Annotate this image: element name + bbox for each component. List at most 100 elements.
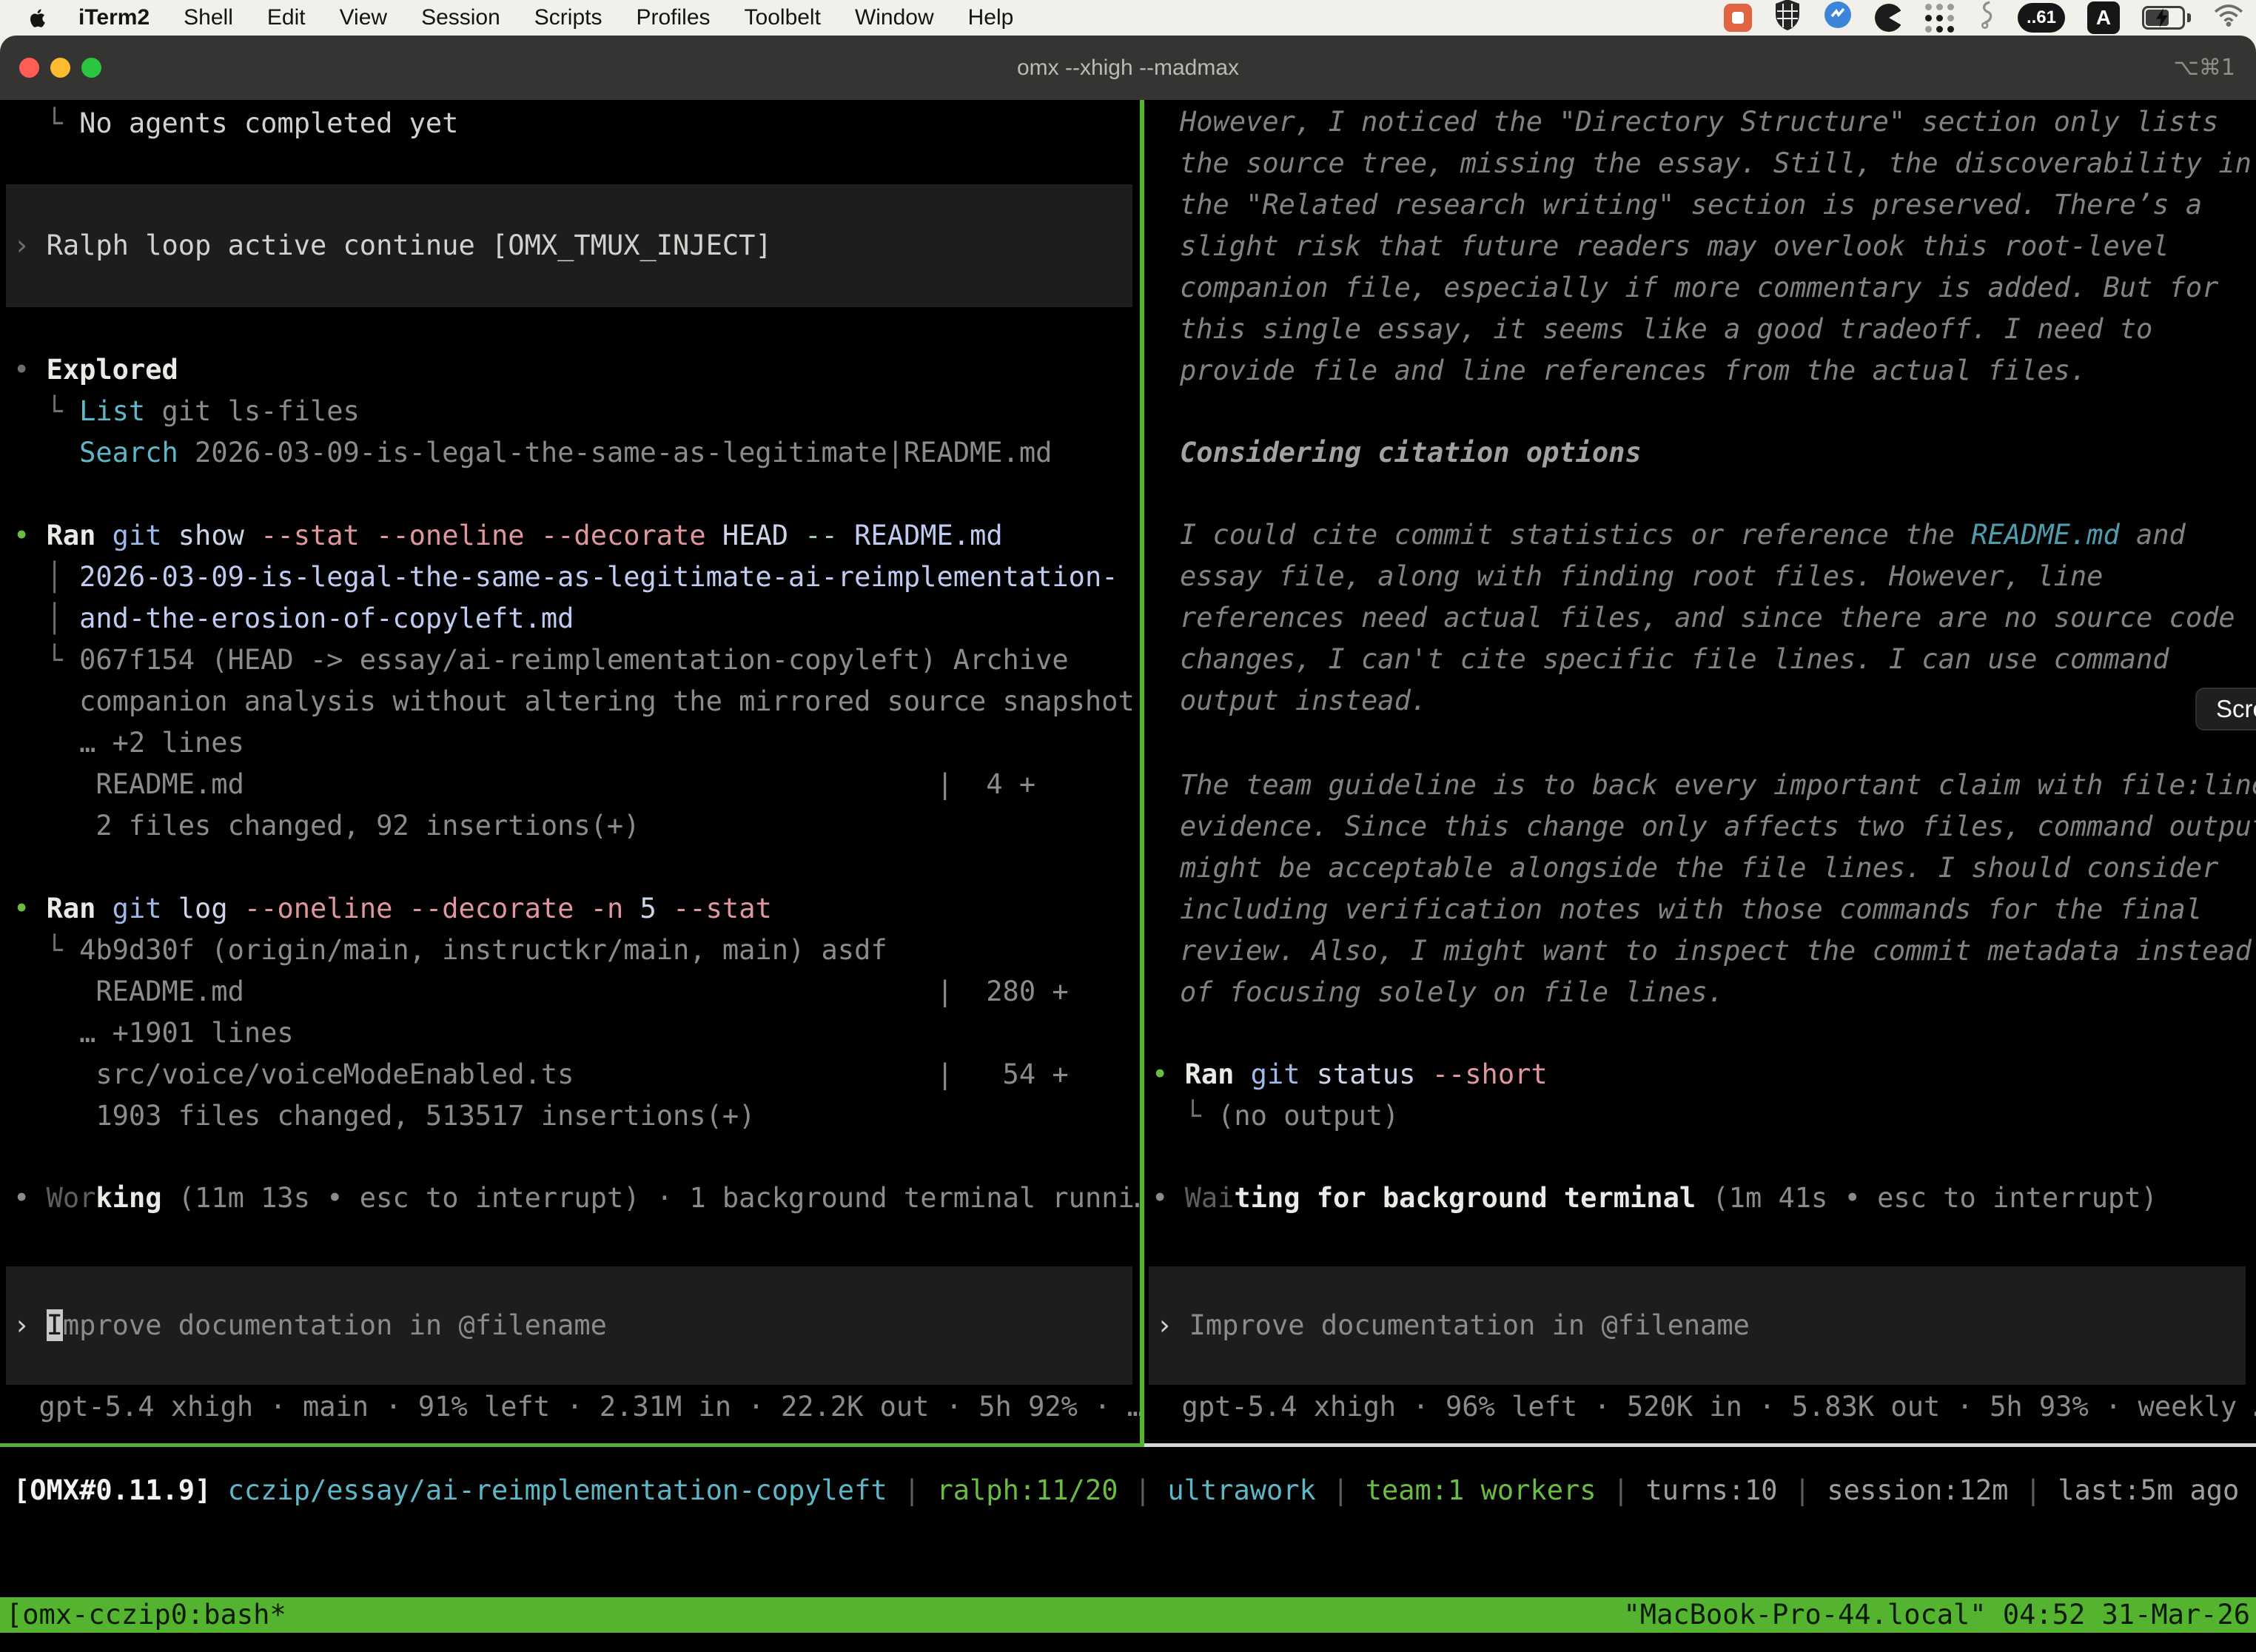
text-segment: [228, 893, 244, 924]
menu-item-help[interactable]: Help: [968, 5, 1014, 30]
text-segment: |: [1316, 1474, 1366, 1506]
text-segment: └: [13, 644, 79, 676]
text-segment: 067f154 (HEAD -> essay/ai-reimplementati…: [79, 644, 1069, 676]
text-segment: … +2 lines: [13, 727, 244, 759]
text-segment: [162, 520, 178, 551]
left-agent-log: • Explored └ List git ls-files Search 20…: [13, 349, 1135, 1137]
menu-item-shell[interactable]: Shell: [184, 5, 233, 30]
text-segment: ultrawork: [1167, 1474, 1315, 1506]
right-terminal-pane[interactable]: However, I noticed the "Directory Struct…: [1144, 100, 2256, 1443]
text-segment: •: [13, 520, 47, 551]
text-segment: --short: [1432, 1058, 1548, 1090]
text-segment: 5: [640, 893, 657, 924]
pane-divider-horizontal-inactive: [1144, 1443, 2256, 1447]
ralph-loop-banner: › Ralph loop active continue [OMX_TMUX_I…: [6, 184, 1132, 307]
screen-overlay-badge[interactable]: Scre: [2195, 688, 2256, 731]
menu-item-scripts[interactable]: Scripts: [534, 5, 602, 30]
right-waiting-status: • Waiting for background terminal (1m 41…: [1152, 1178, 2158, 1219]
text-segment: git ls-files: [145, 395, 360, 427]
right-prompt-input[interactable]: › Improve documentation in @filename: [1149, 1266, 2246, 1385]
menu-app-name[interactable]: iTerm2: [78, 5, 150, 30]
text-segment: ›: [1156, 1309, 1189, 1341]
text-segment: session:12m: [1827, 1474, 2008, 1506]
input-source-icon[interactable]: A: [2087, 1, 2120, 34]
text-segment: -n: [591, 893, 624, 924]
text-segment: [623, 893, 639, 924]
text-segment: │: [13, 602, 79, 634]
text-segment: └: [13, 107, 79, 139]
menu-item-edit[interactable]: Edit: [267, 5, 306, 30]
text-segment: [95, 893, 112, 924]
text-segment: Ran: [47, 893, 96, 924]
text-segment: --: [805, 520, 838, 551]
tmux-host-clock: "MacBook-Pro-44.local" 04:52 31-Mar-26: [1624, 1597, 2250, 1633]
menu-item-window[interactable]: Window: [855, 5, 934, 30]
text-segment: [244, 520, 261, 551]
reasoning-heading: Considering citation options: [1180, 432, 1642, 474]
pane-divider-horizontal-active: [0, 1443, 1144, 1447]
left-model-meta-line: gpt-5.4 xhigh · main · 91% left · 2.31M …: [6, 1386, 1140, 1428]
tmux-session-label[interactable]: [omx-cczip0:bash*: [6, 1597, 286, 1633]
screen-record-chat-icon[interactable]: [1724, 4, 1752, 32]
text-segment: List: [79, 395, 145, 427]
text-segment: 1903 files changed, 513517 insertions(+): [13, 1100, 755, 1132]
right-prompt-text: › Improve documentation in @filename: [1149, 1266, 2246, 1346]
text-segment: •: [13, 1182, 47, 1214]
text-segment: └: [1152, 1100, 1218, 1132]
text-segment: |: [1778, 1474, 1827, 1506]
menu-item-toolbelt[interactable]: Toolbelt: [745, 5, 821, 30]
shield-icon[interactable]: [1774, 0, 1801, 36]
omx-status-bar: [OMX#0.11.9] cczip/essay/ai-reimplementa…: [13, 1470, 2239, 1511]
text-segment: README.md: [1971, 519, 2119, 551]
text-segment: git: [113, 520, 162, 551]
text-segment: [211, 1474, 227, 1506]
text-segment: └: [13, 395, 79, 427]
text-segment: turns:10: [1645, 1474, 1777, 1506]
apple-menu-icon[interactable]: [27, 5, 49, 30]
left-terminal-pane[interactable]: └ No agents completed yet › Ralph loop a…: [0, 100, 1140, 1443]
text-segment: I could cite commit statistics or refere…: [1180, 519, 1971, 551]
text-segment: README.md: [854, 520, 1002, 551]
battery-percent-badge[interactable]: ..61: [2018, 3, 2065, 33]
text-segment: •: [13, 893, 47, 924]
left-prompt-input[interactable]: › Improve documentation in @filename: [6, 1266, 1132, 1385]
text-segment: team:1 workers: [1366, 1474, 1597, 1506]
squiggle-icon[interactable]: [1976, 0, 1995, 36]
pane-divider-vertical[interactable]: [1140, 100, 1144, 1443]
reasoning-paragraph-2-first: I could cite commit statistics or refere…: [1180, 514, 2186, 556]
text-segment: Search: [79, 437, 178, 469]
text-segment: README.md | 4 +: [13, 768, 1035, 800]
menu-item-view[interactable]: View: [340, 5, 387, 30]
loom-icon[interactable]: [1875, 4, 1903, 32]
text-segment: Wai: [1185, 1182, 1235, 1214]
window-shortcut-badge: ⌥⌘1: [2173, 36, 2235, 100]
reasoning-paragraph-2-rest: essay file, along with finding root file…: [1180, 556, 2235, 722]
text-segment: |: [2008, 1474, 2058, 1506]
text-segment: [1234, 1058, 1250, 1090]
blue-badge-icon[interactable]: [1823, 0, 1853, 36]
text-segment: [95, 520, 112, 551]
wifi-icon[interactable]: [2213, 2, 2244, 33]
text-segment: [OMX#0.11.9]: [13, 1474, 211, 1506]
text-segment: (no output): [1218, 1100, 1399, 1132]
menu-bar: iTerm2 Shell Edit View Session Scripts P…: [0, 0, 2256, 36]
text-segment: companion analysis without altering the …: [13, 685, 1135, 717]
text-segment: •: [13, 354, 47, 386]
dots-grid-icon[interactable]: [1925, 4, 1954, 33]
text-segment: [788, 520, 805, 551]
agents-status-line: └ No agents completed yet: [13, 103, 458, 144]
text-segment: and-the-erosion-of-copyleft.md: [79, 602, 574, 634]
text-segment: status: [1317, 1058, 1416, 1090]
text-segment: •: [1152, 1058, 1185, 1090]
text-segment: └: [13, 934, 79, 966]
menu-item-profiles[interactable]: Profiles: [636, 5, 710, 30]
text-segment: king: [95, 1182, 161, 1214]
menu-item-session[interactable]: Session: [421, 5, 500, 30]
text-segment: gpt-5.4 xhigh · 96% left · 520K in · 5.8…: [1149, 1391, 2256, 1423]
text-segment: [706, 520, 722, 551]
reasoning-paragraph-3: The team guideline is to back every impo…: [1180, 765, 2256, 1013]
tmux-status-bar: [omx-cczip0:bash* "MacBook-Pro-44.local"…: [0, 1597, 2256, 1633]
battery-icon[interactable]: [2142, 6, 2191, 30]
text-segment: (11m 13s • esc to interrupt) · 1 backgro…: [162, 1182, 1141, 1214]
text-segment: [13, 437, 79, 469]
